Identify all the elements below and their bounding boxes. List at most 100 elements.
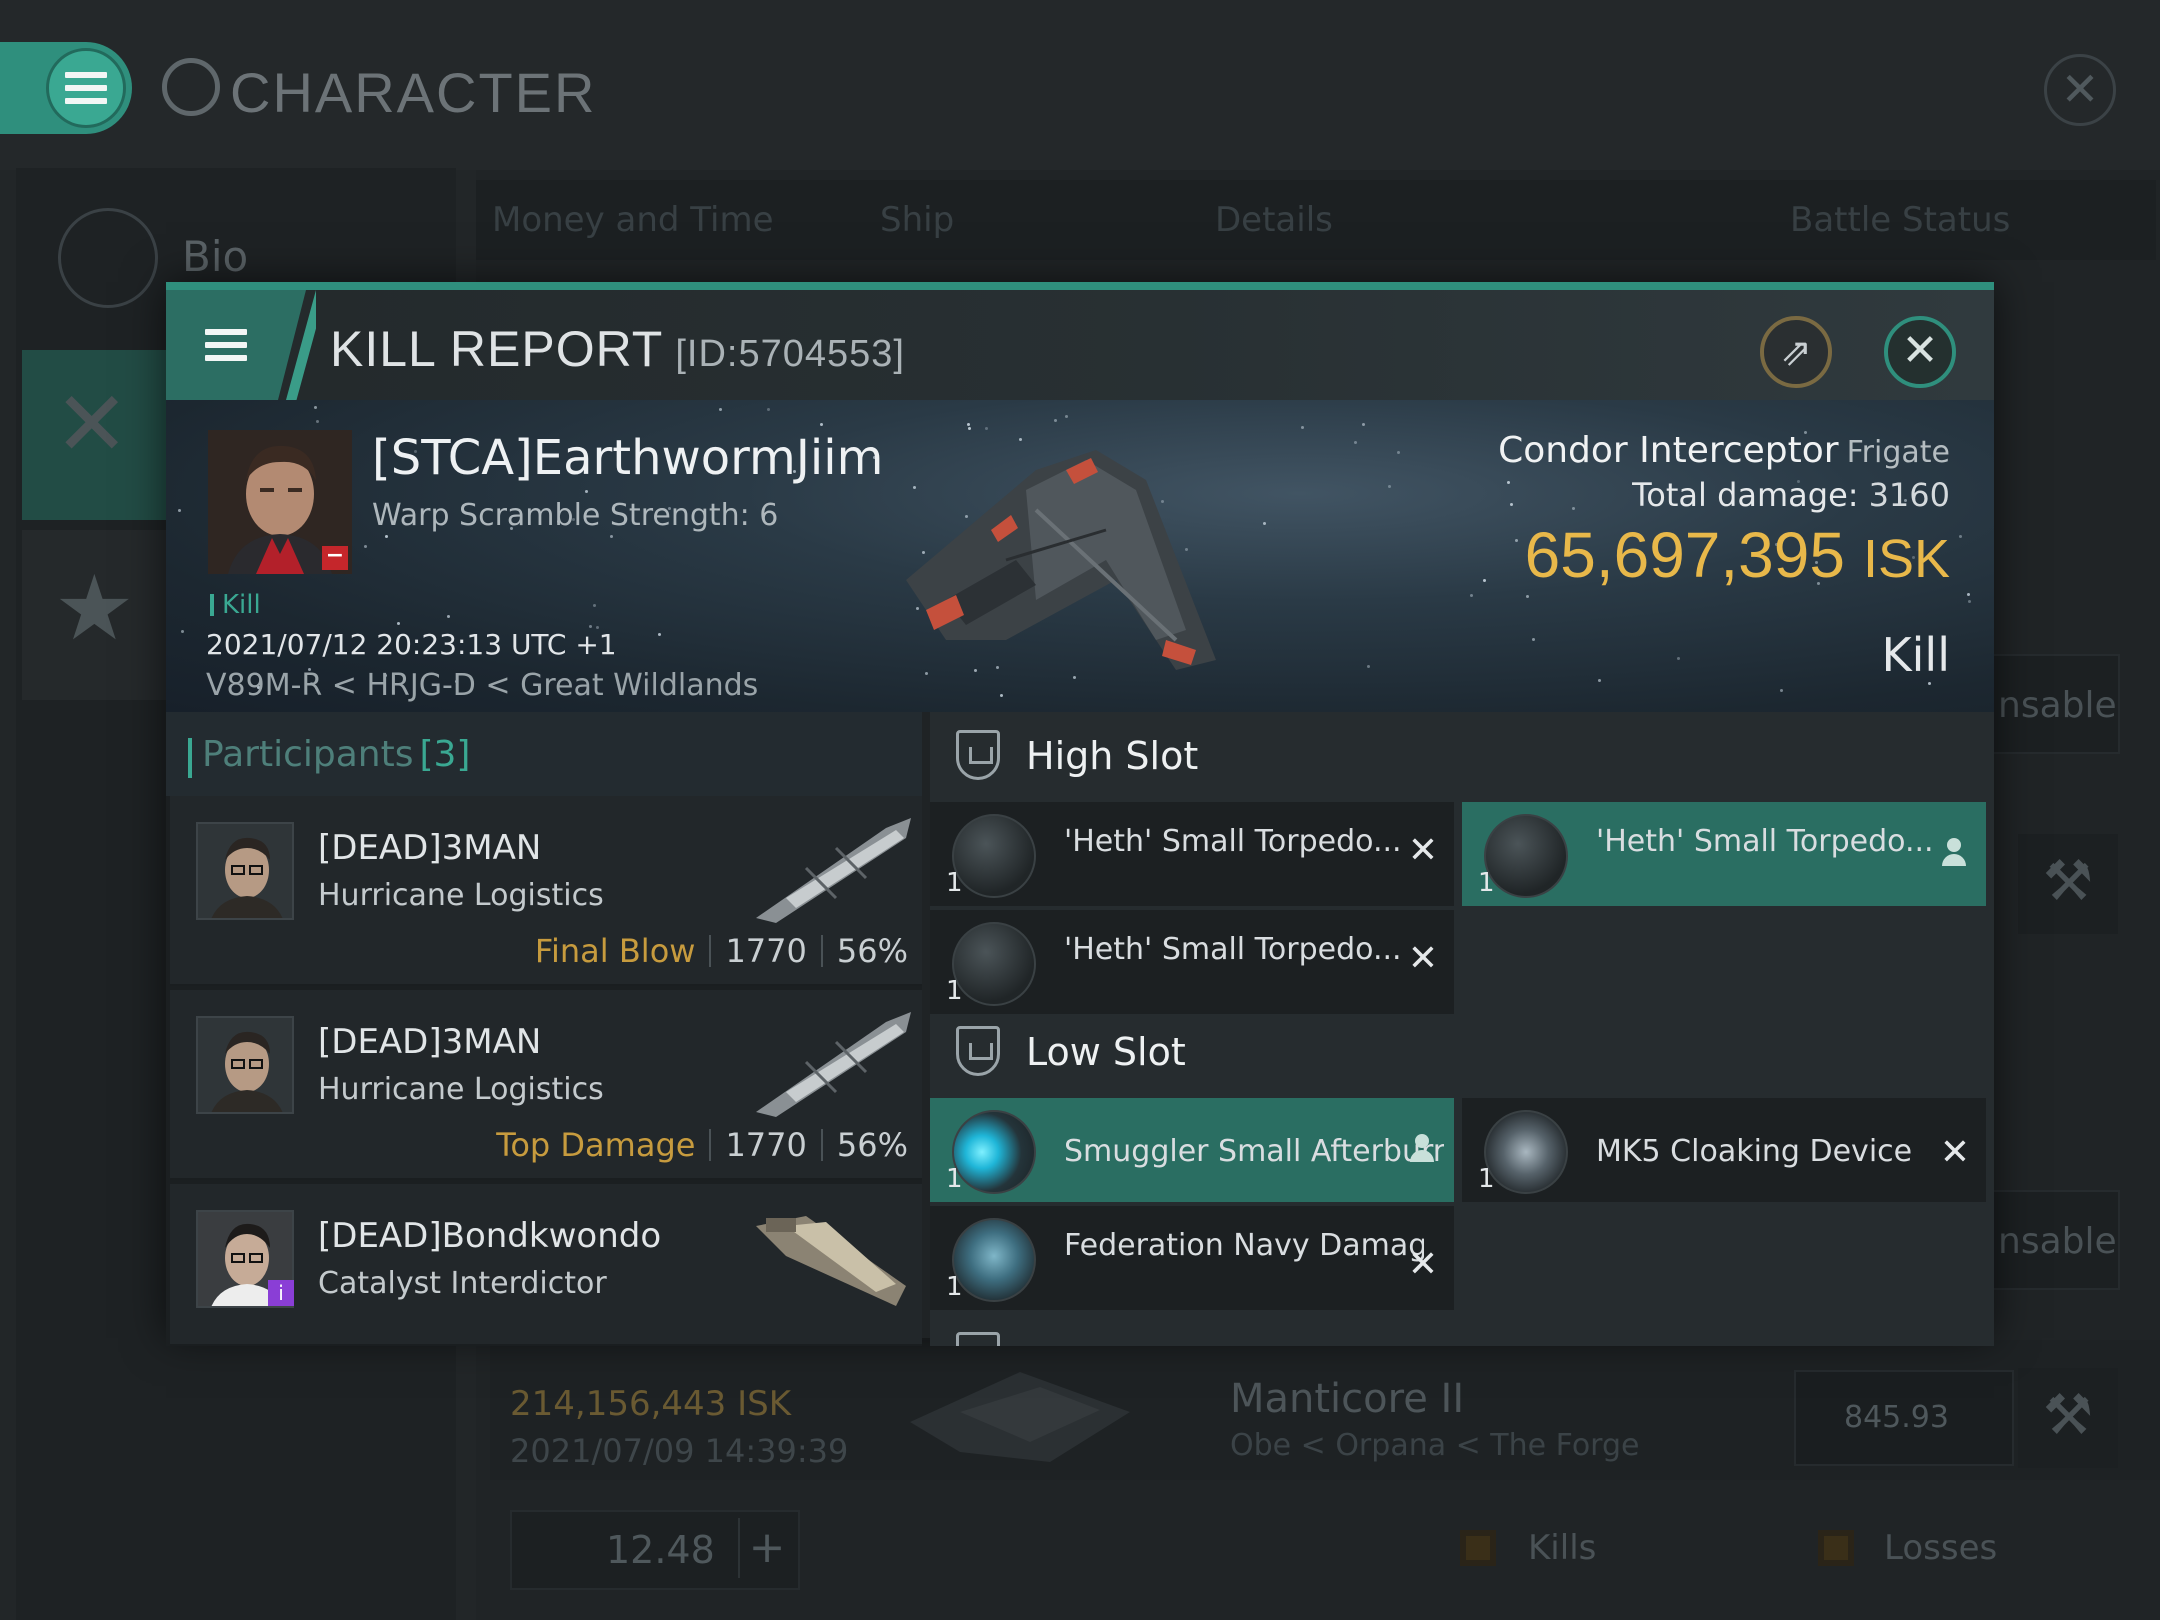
- cloaking-device-icon: [1484, 1110, 1568, 1194]
- participant-name: [DEAD]3MAN: [318, 828, 542, 868]
- dialog-menu-button[interactable]: [166, 290, 306, 400]
- avatar[interactable]: [196, 1016, 294, 1114]
- participant-row[interactable]: [DEAD]3MAN Hurricane Logistics Final Blo…: [170, 796, 922, 986]
- combat-tab[interactable]: ✕: [22, 350, 182, 520]
- module-name: 'Heth' Small Torpedo...: [1064, 932, 1402, 967]
- tools-icon[interactable]: ⚒: [2018, 834, 2118, 934]
- dropped-person-icon: [1942, 838, 1966, 868]
- star-dot: [1483, 579, 1486, 582]
- isk-amount: 65,697,395: [1524, 519, 1845, 591]
- torpedo-launcher-icon: [952, 922, 1036, 1006]
- tools-icon[interactable]: ⚒: [2018, 1368, 2118, 1468]
- side-button[interactable]: nsable: [1986, 1190, 2120, 1290]
- participant-ship: Hurricane Logistics: [318, 1072, 604, 1107]
- negative-standing-icon: −: [322, 545, 348, 570]
- damage-percent: 56%: [836, 1126, 908, 1164]
- participant-row[interactable]: i [DEAD]Bondkwondo Catalyst Interdictor: [170, 1184, 922, 1346]
- add-icon[interactable]: +: [738, 1518, 794, 1578]
- high-slot-header: High Slot: [930, 712, 1994, 802]
- ship-thumbnail: [910, 1372, 1130, 1462]
- shield-icon: [956, 1332, 1000, 1346]
- module-item[interactable]: 1 'Heth' Small Torpedo... ✕: [930, 910, 1454, 1014]
- star-dot: [1968, 600, 1971, 603]
- module-item[interactable]: 1 MK5 Cloaking Device ✕: [1462, 1098, 1986, 1202]
- module-item[interactable]: 1 'Heth' Small Torpedo... ✕: [930, 802, 1454, 906]
- module-item[interactable]: 1 'Heth' Small Torpedo...: [1462, 802, 1986, 906]
- afterburner-icon: [952, 1110, 1036, 1194]
- module-quantity: 1: [1478, 1164, 1495, 1194]
- participants-title: Participants [3]: [187, 734, 471, 778]
- star-dot: [820, 423, 823, 426]
- row-value: 845.93: [1844, 1400, 1949, 1435]
- ship-thumbnail: [756, 1012, 911, 1117]
- low-slot-header: Low Slot: [930, 1008, 1994, 1098]
- star-dot: [385, 535, 388, 538]
- module-item[interactable]: 1 Federation Navy Damage... ✕: [930, 1206, 1454, 1310]
- close-icon[interactable]: ✕: [1884, 316, 1956, 388]
- title-text: KILL REPORT: [330, 321, 664, 377]
- medals-tab[interactable]: ★: [22, 530, 182, 700]
- role-label: Top Damage: [496, 1126, 696, 1164]
- footer-value: 12.48: [606, 1528, 715, 1572]
- kills-legend[interactable]: Kills: [1528, 1528, 1596, 1568]
- participant-name: [DEAD]Bondkwondo: [318, 1216, 662, 1256]
- main-menu-button[interactable]: [0, 42, 132, 134]
- star-dot: [1572, 507, 1575, 510]
- tab-money-and-time[interactable]: Money and Time: [492, 200, 774, 240]
- star-dot: [593, 604, 596, 607]
- result-label: Kill: [1881, 628, 1950, 682]
- victim-name[interactable]: [STCA]EarthwormJiim: [372, 430, 883, 486]
- kill-report-dialog: KILL REPORT [ID:5704553] ⇗ ✕ − [STCA]Eart…: [166, 282, 1994, 1346]
- torpedo-launcher-icon: [952, 814, 1036, 898]
- tab-details[interactable]: Details: [1215, 200, 1333, 240]
- star-dot: [447, 615, 450, 618]
- close-icon[interactable]: ✕: [2044, 54, 2116, 126]
- bio-tab-label[interactable]: Bio: [182, 232, 248, 281]
- star-dot: [658, 633, 661, 636]
- star-dot: [1470, 594, 1473, 597]
- star-dot: [1526, 595, 1529, 598]
- tab-battle-status[interactable]: Battle Status: [1790, 200, 2010, 240]
- losses-legend-swatch: [1818, 1530, 1854, 1566]
- star-dot: [1354, 441, 1357, 444]
- star-dot: [1515, 539, 1518, 542]
- star-dot: [1263, 522, 1266, 525]
- portrait-image: [198, 824, 292, 918]
- participants-count: [3]: [419, 734, 471, 775]
- crossed-swords-icon: ✕: [54, 372, 130, 477]
- tab-ship[interactable]: Ship: [880, 200, 954, 240]
- participant-ship: Hurricane Logistics: [318, 878, 604, 913]
- star-dot: [1677, 657, 1680, 660]
- dropped-person-icon: [1410, 1134, 1434, 1164]
- star-dot: [1967, 593, 1970, 596]
- destroyed-icon: ✕: [1407, 938, 1438, 979]
- isk-value: 65,697,395 ISK: [1525, 518, 1950, 592]
- destroyed-icon: ✕: [1407, 830, 1438, 871]
- fitting-panel: High Slot 1 'Heth' Small Torpedo... ✕ 1 …: [930, 712, 1994, 1346]
- star-dot: [1362, 423, 1365, 426]
- star-dot: [610, 535, 613, 538]
- losses-legend[interactable]: Losses: [1884, 1528, 1997, 1568]
- row-isk: 214,156,443 ISK: [510, 1384, 792, 1424]
- total-damage-value: 3160: [1868, 476, 1950, 514]
- role-label: Final Blow: [534, 932, 696, 970]
- participant-name: [DEAD]3MAN: [318, 1022, 542, 1062]
- kill-date: 2021/07/12 20:23:13 UTC +1: [206, 628, 617, 661]
- ship-class: Frigate: [1846, 435, 1950, 470]
- module-item[interactable]: 1 Smuggler Small Afterburner: [930, 1098, 1454, 1202]
- victim-ship[interactable]: Condor Interceptor Frigate: [1498, 430, 1950, 471]
- star-dot: [364, 545, 367, 548]
- side-button[interactable]: nsable: [1986, 654, 2120, 754]
- ship-thumbnail: [756, 1216, 906, 1306]
- isk-unit: ISK: [1862, 529, 1950, 589]
- damage-value: 1770: [725, 1126, 807, 1164]
- divider: [709, 935, 712, 967]
- destroyed-icon: ✕: [1939, 1132, 1970, 1173]
- share-icon[interactable]: ⇗: [1760, 316, 1832, 388]
- participant-row[interactable]: [DEAD]3MAN Hurricane Logistics Top Damag…: [170, 990, 922, 1180]
- bio-menu-icon[interactable]: [58, 208, 158, 308]
- avatar[interactable]: [196, 822, 294, 920]
- kill-location[interactable]: V89M-R < HRJG-D < Great Wildlands: [206, 668, 758, 703]
- participants-label: Participants: [202, 734, 414, 775]
- module-name: 'Heth' Small Torpedo...: [1064, 824, 1402, 859]
